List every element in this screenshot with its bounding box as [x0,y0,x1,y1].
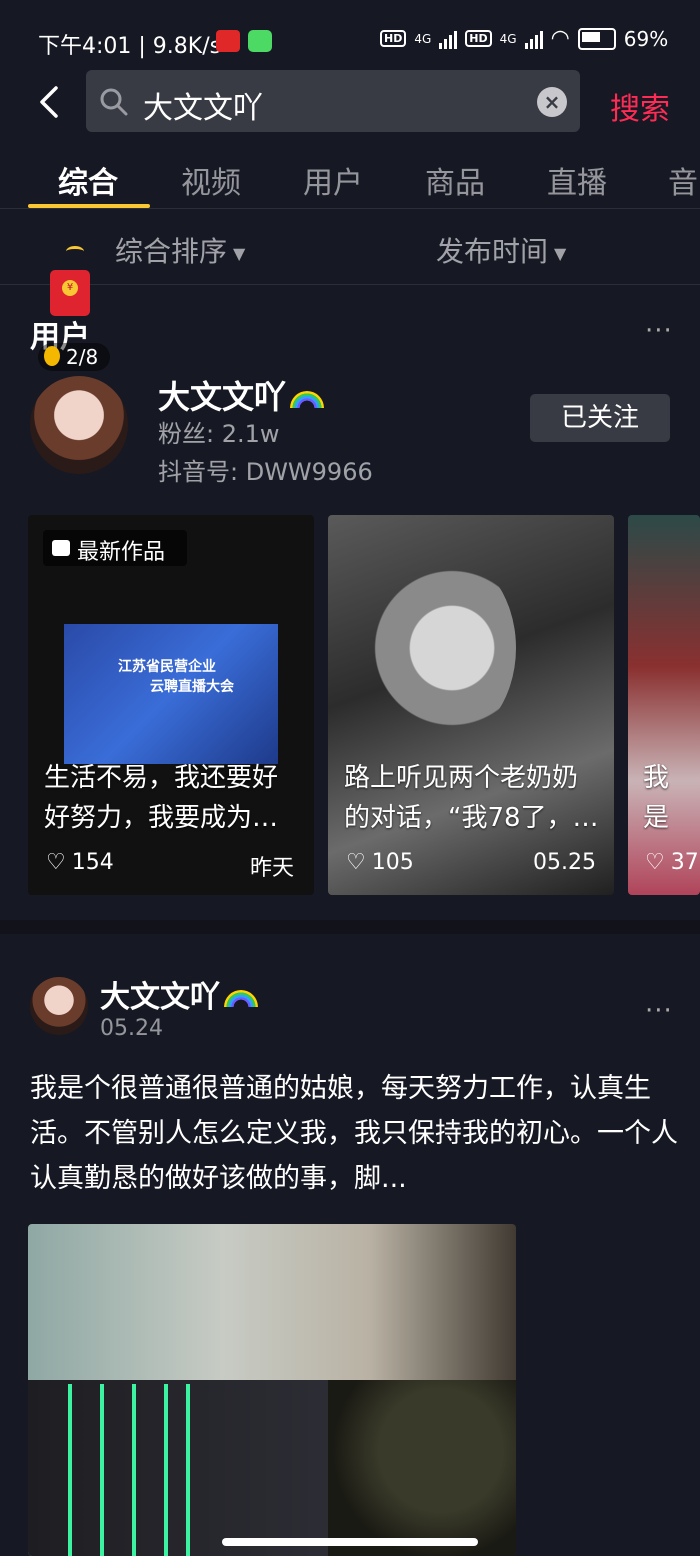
tab-products[interactable]: 商品 [425,158,485,202]
post-more-icon[interactable]: ··· [645,996,673,1026]
progress-count: 2/8 [66,345,99,369]
tab-video[interactable]: 视频 [181,158,241,202]
video-thumbnail [356,548,516,748]
network-type: 4G [414,31,432,46]
tab-live[interactable]: 直播 [547,158,607,202]
post-author-name: 大文文吖 [100,980,220,1015]
post-date: 05.24 [100,1016,163,1041]
search-input[interactable]: 大文文吖 [143,83,263,127]
wifi-icon: ◠ [550,26,570,51]
video-date: 昨天 [250,856,295,881]
status-bar: 下午4:01 | 9.8K/s HD 4G HD 4G ◠ 69% [0,0,700,80]
post-author[interactable]: 大文文吖 [100,972,258,1016]
red-packet-seal-icon: ¥ [62,280,78,296]
time-filter-dropdown[interactable]: 发布时间 ▼ [436,230,566,270]
video-icon [52,540,70,556]
heart-icon: ♡ [46,850,66,875]
user-name[interactable]: 大文文吖 [158,372,325,418]
signal-icon [439,29,458,49]
post-video-thumbnail[interactable] [28,1224,516,1556]
home-indicator[interactable] [222,1538,478,1546]
rainbow-icon [224,990,258,1007]
tab-music[interactable]: 音 [668,158,698,202]
divider [0,208,700,209]
back-arrow-icon[interactable] [30,82,70,122]
divider [0,284,700,285]
network-type-2: 4G [499,31,517,46]
caret-down-icon: ▼ [233,243,246,263]
rainbow-icon [290,390,325,408]
follow-button[interactable]: 已关注 [530,394,670,442]
hd-icon-2: HD [465,30,492,47]
video-card[interactable] [628,515,700,895]
post-text[interactable]: 我是个很普通很普通的姑娘，每天努力工作，认真生活。不管别人怎么定义我，我只保持我… [30,1066,680,1201]
likes-count: 37 [670,850,699,875]
app-notification-icon [216,30,240,52]
latest-badge-label: 最新作品 [77,540,166,565]
sort-label: 综合排序 [115,235,228,268]
likes-count: 105 [371,850,414,875]
thumbnail-text: 江苏省民营企业 [118,659,216,675]
battery-level: 69% [623,26,669,51]
video-date: 05.25 [533,850,596,875]
search-icon [100,88,128,116]
video-title: 路上听见两个老奶奶的对话，“我78了，… [344,763,599,833]
douyin-id: 抖音号: DWW9966 [158,458,373,486]
tab-comprehensive[interactable]: 综合 [58,158,118,202]
section-divider [0,920,700,934]
video-title: 我是的姑 [643,763,670,833]
battery-icon [577,27,616,50]
thumbnail-text: 云聘直播大会 [150,679,234,695]
heart-icon: ♡ [645,850,665,875]
video-title: 生活不易，我还要好好努力，我要成为… [44,763,279,833]
app-notification-icon-2 [248,30,272,52]
signal-icon-2 [524,29,543,49]
time-filter-label: 发布时间 [436,235,549,268]
search-button[interactable]: 搜索 [610,84,670,128]
more-icon[interactable]: ··· [645,316,673,346]
user-name-text: 大文文吖 [158,378,287,416]
clear-icon[interactable]: × [537,87,567,117]
red-packet-arc [66,246,84,257]
gold-egg-icon [44,346,60,366]
caret-down-icon: ▼ [554,243,567,263]
video-likes: ♡ 105 [346,850,414,875]
tab-users[interactable]: 用户 [303,158,363,202]
user-avatar[interactable] [30,376,128,474]
post-author-avatar[interactable] [30,977,88,1035]
likes-count: 154 [71,850,114,875]
status-time: 下午4:01 | 9.8K/s [38,34,222,59]
status-indicators: HD 4G HD 4G ◠ 69% [380,26,668,51]
fans-count: 粉丝: 2.1w [158,420,280,448]
video-likes: ♡ 37 [645,850,700,875]
sort-dropdown[interactable]: 综合排序 ▼ [115,230,245,270]
hd-icon: HD [380,30,407,47]
video-likes: ♡ 154 [46,850,114,875]
heart-icon: ♡ [346,850,366,875]
